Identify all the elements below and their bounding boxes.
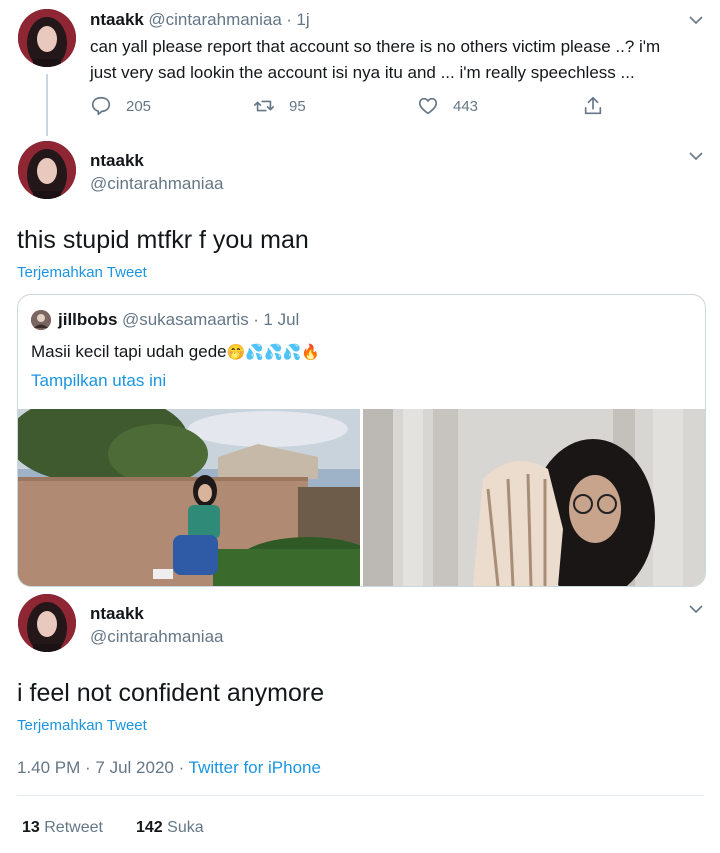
tweet2-text: this stupid mtfkr f you man bbox=[17, 226, 309, 254]
like-button[interactable]: 443 bbox=[417, 95, 478, 117]
share-button[interactable] bbox=[582, 95, 618, 117]
tweet1-header: ntaakk @cintarahmaniaa · 1j bbox=[90, 10, 310, 30]
separator: · bbox=[253, 310, 259, 329]
chevron-down-icon[interactable] bbox=[688, 148, 704, 164]
retweet-stat-count: 13 bbox=[22, 819, 40, 836]
show-thread-link[interactable]: Tampilkan utas ini bbox=[31, 371, 166, 391]
like-stat-count: 142 bbox=[136, 819, 163, 836]
tweet-source-link[interactable]: Twitter for iPhone bbox=[189, 758, 321, 777]
tweet-timestamp-row: 1.40 PM · 7 Jul 2020 · Twitter for iPhon… bbox=[17, 758, 321, 778]
quoted-tweet[interactable]: jillbobs @sukasamaartis · 1 Jul Masii ke… bbox=[17, 294, 706, 587]
user-handle[interactable]: @sukasamaartis bbox=[122, 310, 249, 329]
display-name[interactable]: jillbobs bbox=[58, 310, 118, 329]
user-handle[interactable]: @cintarahmaniaa bbox=[90, 627, 224, 647]
user-handle[interactable]: @cintarahmaniaa bbox=[90, 174, 224, 194]
retweet-icon bbox=[254, 100, 274, 112]
user-handle[interactable]: @cintarahmaniaa bbox=[148, 10, 282, 29]
reply-button[interactable]: 205 bbox=[90, 95, 151, 117]
thread-line bbox=[46, 74, 48, 136]
chevron-down-icon[interactable] bbox=[688, 601, 704, 617]
divider bbox=[17, 795, 704, 796]
tweet-timestamp[interactable]: 1.40 PM · 7 Jul 2020 · bbox=[17, 758, 189, 777]
share-icon bbox=[584, 96, 602, 115]
chevron-down-icon[interactable] bbox=[688, 12, 704, 28]
translate-tweet-link[interactable]: Terjemahkan Tweet bbox=[17, 264, 147, 281]
tweet1-line2: just very sad lookin the account isi nya… bbox=[90, 63, 635, 82]
avatar[interactable] bbox=[18, 594, 76, 652]
retweet-stat-label: Retweet bbox=[44, 819, 103, 836]
reply-icon bbox=[91, 96, 111, 116]
tweet1-line1: can yall please report that account so t… bbox=[90, 37, 661, 56]
quote-photo-left[interactable] bbox=[18, 409, 360, 586]
tweet1-text: can yall please report that account so t… bbox=[90, 34, 710, 86]
retweet-stat[interactable]: 13 Retweet bbox=[22, 819, 103, 837]
tweet-time[interactable]: 1j bbox=[296, 10, 309, 29]
emoji-sequence: 🤭💦💦💦🔥 bbox=[226, 344, 321, 361]
avatar[interactable] bbox=[31, 310, 51, 330]
heart-icon bbox=[418, 97, 438, 115]
quote-text: Masii kecil tapi udah gede🤭💦💦💦🔥 bbox=[31, 342, 320, 362]
like-count: 443 bbox=[453, 97, 479, 115]
display-name[interactable]: ntaakk bbox=[90, 151, 144, 171]
tweet3-text: i feel not confident anymore bbox=[17, 679, 325, 707]
quote-header: jillbobs @sukasamaartis · 1 Jul bbox=[58, 310, 299, 330]
quote-photo-right[interactable] bbox=[363, 409, 705, 586]
like-stat[interactable]: 142 Suka bbox=[136, 819, 204, 837]
quote-text-body: Masii kecil tapi udah gede bbox=[31, 342, 227, 361]
like-stat-label: Suka bbox=[167, 819, 204, 836]
separator: · bbox=[286, 10, 292, 29]
tweet-date[interactable]: 1 Jul bbox=[263, 310, 299, 329]
display-name[interactable]: ntaakk bbox=[90, 10, 144, 29]
avatar[interactable] bbox=[18, 9, 76, 67]
reply-count: 205 bbox=[126, 97, 152, 115]
retweet-count: 95 bbox=[289, 97, 306, 115]
retweet-button[interactable]: 95 bbox=[253, 95, 306, 117]
display-name[interactable]: ntaakk bbox=[90, 604, 144, 624]
avatar[interactable] bbox=[18, 141, 76, 199]
translate-tweet-link[interactable]: Terjemahkan Tweet bbox=[17, 717, 147, 734]
